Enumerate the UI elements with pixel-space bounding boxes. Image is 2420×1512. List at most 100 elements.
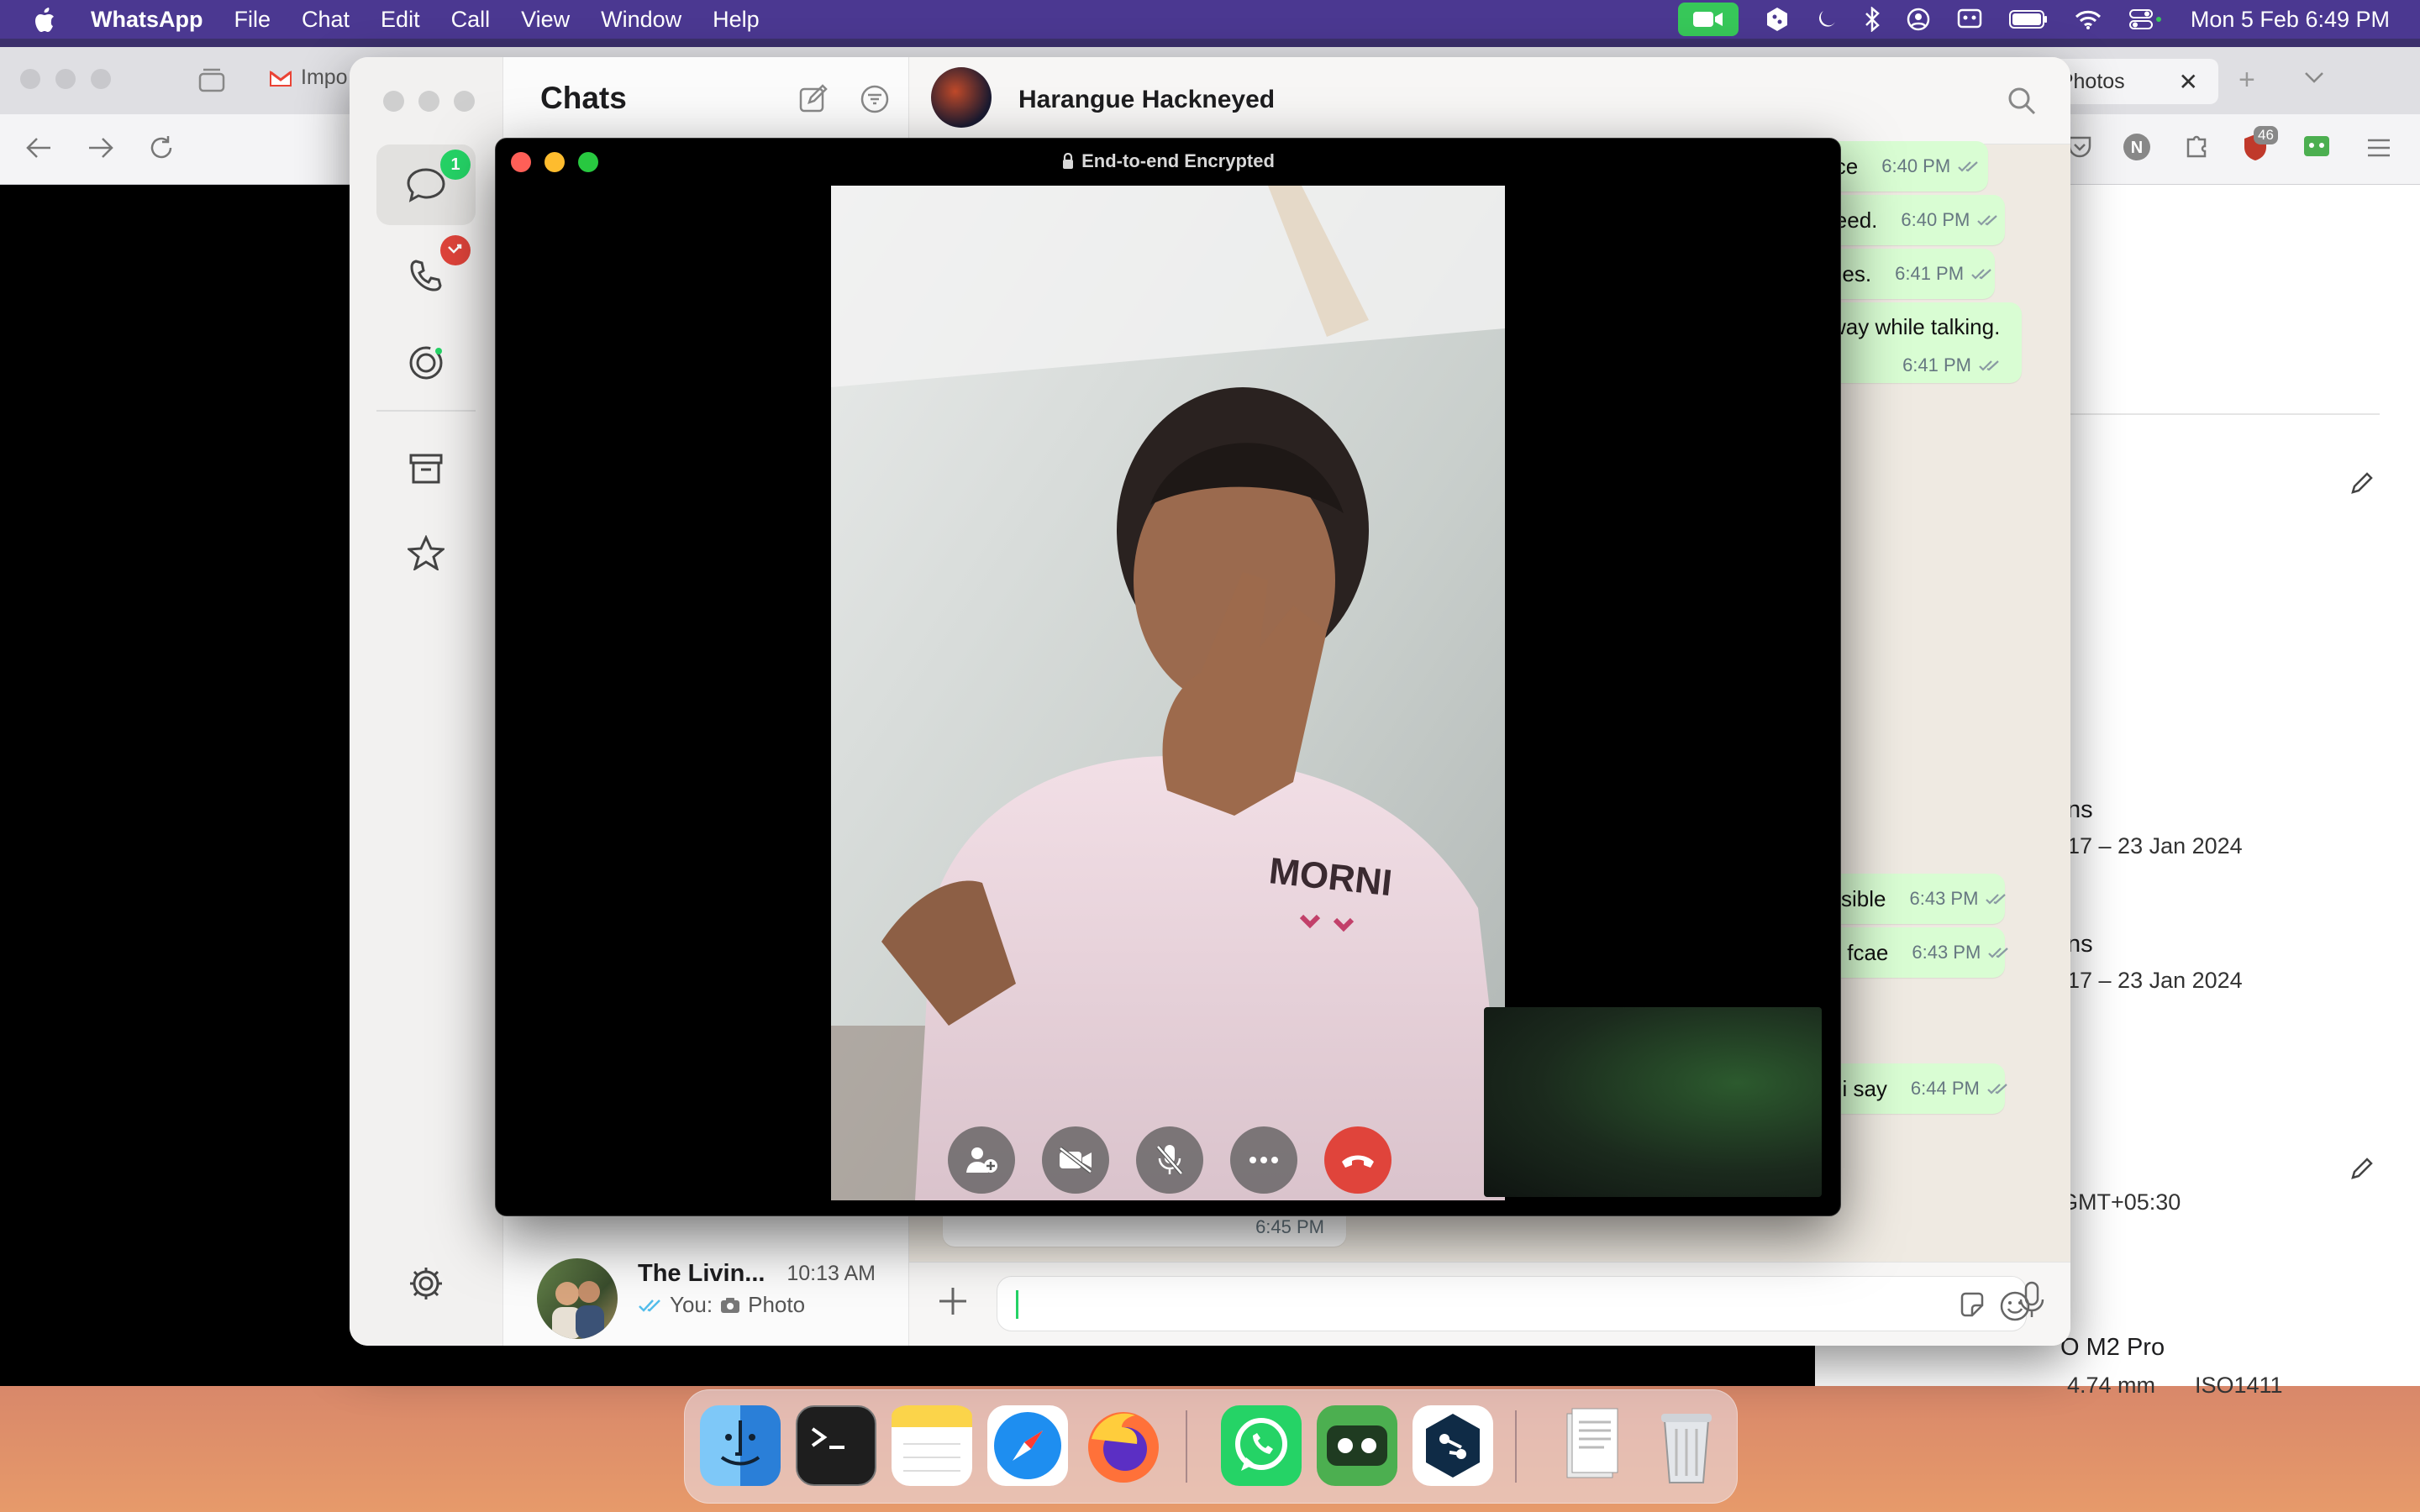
double-tick-icon — [1988, 948, 2009, 958]
menu-help[interactable]: Help — [713, 7, 760, 33]
rail-divider — [376, 410, 476, 412]
menu-clock[interactable]: Mon 5 Feb 6:49 PM — [2191, 7, 2390, 33]
microphone-icon[interactable] — [2018, 1281, 2045, 1320]
message-bubble[interactable]: t i say 6:44 PM — [1817, 1063, 2007, 1114]
chat-list-item[interactable]: The Livin... 10:13 AM You: Photo — [503, 1247, 909, 1346]
menu-view[interactable]: View — [521, 7, 570, 33]
dock-finder[interactable] — [700, 1405, 781, 1486]
dock-trash[interactable] — [1646, 1405, 1727, 1486]
extension-n-icon[interactable]: N — [2123, 133, 2151, 161]
user-account-icon[interactable] — [1907, 8, 1930, 31]
new-tab-icon[interactable]: + — [2238, 64, 2255, 97]
document-stack-icon — [1566, 1408, 1618, 1478]
pocket-icon[interactable] — [2067, 134, 2092, 160]
message-input[interactable] — [997, 1276, 2030, 1331]
wifi-icon[interactable] — [2075, 9, 2102, 29]
control-center-icon[interactable] — [2128, 8, 2162, 30]
message-bubble[interactable]: way while talking. 6:41 PM — [1817, 302, 2022, 383]
info-focal-length: 4.74 mm — [2067, 1373, 2156, 1398]
tab-list-chevron-icon[interactable] — [2304, 71, 2324, 84]
chat-preview: You: Photo — [638, 1292, 805, 1318]
sticker-icon[interactable] — [1957, 1290, 1987, 1320]
chats-icon — [406, 167, 446, 202]
message-bubble[interactable]: ssible 6:43 PM — [1817, 874, 2007, 924]
edit-pencil-icon[interactable] — [2349, 470, 2375, 496]
more-options-button[interactable] — [1230, 1126, 1297, 1194]
bartender-extension-icon[interactable] — [2302, 134, 2331, 158]
dock-bartender[interactable] — [1317, 1405, 1397, 1486]
extensions-puzzle-icon[interactable] — [2183, 133, 2210, 160]
back-arrow-icon[interactable] — [25, 136, 52, 160]
svg-text:N: N — [2131, 139, 2143, 157]
battery-icon[interactable] — [2008, 10, 2048, 29]
whatsapp-window-controls[interactable] — [383, 91, 475, 112]
tab-overview-icon[interactable] — [198, 67, 225, 92]
status-ring-icon — [408, 344, 445, 381]
rail-archived[interactable] — [376, 428, 476, 509]
dock-documents[interactable] — [1550, 1405, 1631, 1486]
dock-notes[interactable] — [892, 1405, 972, 1486]
end-call-button[interactable] — [1324, 1126, 1392, 1194]
menu-bar: WhatsApp File Chat Edit Call View Window… — [0, 0, 2420, 39]
info-row2-title: ns — [2067, 931, 2093, 958]
message-bubble[interactable]: leed. 6:40 PM — [1817, 195, 2005, 245]
info-row1-title: ns — [2067, 796, 2093, 823]
rail-starred[interactable] — [376, 512, 476, 593]
reload-icon[interactable] — [148, 134, 175, 161]
dock-deepl[interactable] — [1413, 1405, 1493, 1486]
message-bubble[interactable]: ice 6:40 PM — [1817, 141, 1988, 192]
missed-call-badge-icon — [440, 235, 471, 265]
group-avatar — [537, 1258, 618, 1339]
tab-gmail[interactable]: Impo — [269, 66, 348, 90]
close-tab-icon[interactable]: ✕ — [2179, 68, 2198, 96]
contact-avatar[interactable] — [931, 67, 992, 128]
search-icon[interactable] — [2007, 86, 2037, 116]
info-iso: ISO1411 — [2195, 1373, 2283, 1398]
video-call-status-icon[interactable] — [1677, 3, 1739, 36]
toggle-camera-button[interactable] — [1042, 1126, 1109, 1194]
video-call-window: End-to-end Encrypted MORNI — [495, 138, 1841, 1216]
menu-chat[interactable]: Chat — [302, 7, 350, 33]
forward-arrow-icon[interactable] — [87, 136, 114, 160]
toggle-mute-button[interactable] — [1136, 1126, 1203, 1194]
dock — [684, 1389, 1738, 1504]
menu-window[interactable]: Window — [601, 7, 681, 33]
rail-settings[interactable] — [376, 1243, 476, 1324]
remote-video-feed: MORNI — [831, 186, 1505, 1200]
contact-name[interactable]: Harangue Hackneyed — [1018, 86, 1275, 114]
apple-menu-icon[interactable] — [32, 7, 55, 34]
menu-app-name[interactable]: WhatsApp — [91, 7, 203, 33]
menu-call[interactable]: Call — [451, 7, 491, 33]
add-participant-button[interactable] — [948, 1126, 1015, 1194]
dock-safari[interactable] — [987, 1405, 1068, 1486]
dock-terminal[interactable] — [796, 1405, 876, 1486]
text-caret — [1016, 1290, 1018, 1319]
attach-plus-icon[interactable] — [934, 1283, 971, 1320]
chat-name: The Livin... — [638, 1260, 765, 1287]
hamburger-menu-icon[interactable] — [2366, 138, 2391, 158]
deepl-status-icon[interactable] — [1765, 7, 1789, 32]
new-chat-compose-icon[interactable] — [797, 84, 828, 114]
self-video-preview[interactable] — [1484, 1007, 1822, 1197]
filter-chats-icon[interactable] — [860, 84, 890, 114]
notes-icon — [892, 1405, 972, 1472]
menu-edit[interactable]: Edit — [381, 7, 420, 33]
whatsapp-icon — [1235, 1418, 1287, 1471]
message-time: 6:43 PM — [1909, 888, 1979, 909]
message-time: 6:44 PM — [1910, 1078, 1980, 1099]
bluetooth-icon[interactable] — [1865, 7, 1880, 32]
menu-file[interactable]: File — [234, 7, 271, 33]
dock-firefox[interactable] — [1083, 1405, 1164, 1486]
message-bubble[interactable]: y fcae 6:43 PM — [1817, 927, 2009, 978]
message-bubble[interactable]: ries. 6:41 PM — [1817, 249, 1995, 299]
terminal-icon — [811, 1427, 844, 1449]
rail-status[interactable] — [376, 323, 476, 403]
info-row2-date: 17 – 23 Jan 2024 — [2067, 968, 2243, 993]
edit-time-pencil-icon[interactable] — [2349, 1156, 2375, 1181]
focus-moon-icon[interactable] — [1816, 8, 1838, 30]
dock-whatsapp[interactable] — [1221, 1405, 1302, 1486]
read-ticks-icon — [638, 1298, 663, 1313]
browser-window-controls[interactable] — [20, 69, 111, 89]
bartender-status-icon[interactable] — [1957, 8, 1982, 30]
hang-up-icon — [1339, 1151, 1376, 1169]
